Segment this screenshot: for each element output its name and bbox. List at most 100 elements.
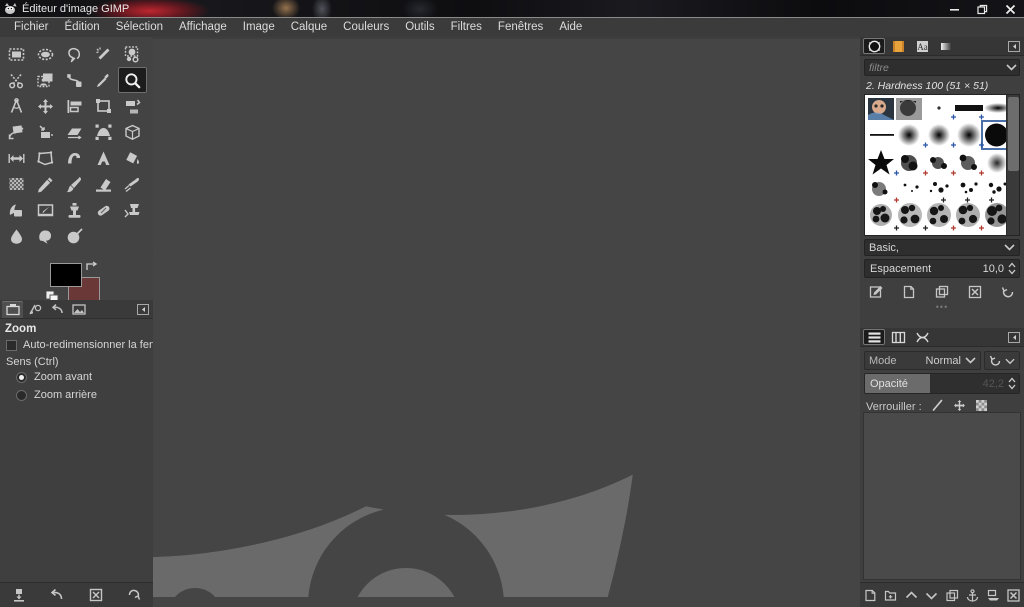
images-tab[interactable]	[68, 301, 89, 318]
zoom-tool[interactable]	[118, 67, 147, 93]
layer-opacity-slider[interactable]: Opacité 42,2	[864, 373, 1020, 394]
delete-brush-button[interactable]	[964, 283, 986, 302]
duplicate-brush-button[interactable]	[931, 283, 953, 302]
edit-brush-button[interactable]	[865, 283, 887, 302]
rotate-tool[interactable]	[118, 93, 147, 119]
brush-filter-box[interactable]	[864, 59, 1020, 76]
pencil-tool[interactable]	[31, 171, 60, 197]
crop-tool[interactable]	[89, 93, 118, 119]
image-canvas[interactable]	[153, 37, 860, 607]
scale-tool[interactable]	[2, 119, 31, 145]
refresh-brushes-button[interactable]	[997, 283, 1019, 302]
heal-tool[interactable]	[89, 197, 118, 223]
alignment-tool[interactable]	[60, 93, 89, 119]
brush-grid-wrapper[interactable]	[864, 94, 1020, 236]
shear-tool[interactable]	[31, 119, 60, 145]
layers-list[interactable]	[863, 412, 1021, 580]
flip-tool[interactable]	[2, 145, 31, 171]
unified-transform-tool[interactable]	[89, 119, 118, 145]
perspective-tool[interactable]	[60, 119, 89, 145]
warp-transform-tool[interactable]	[60, 145, 89, 171]
delete-tool-preset-button[interactable]	[85, 585, 107, 605]
chevron-down-icon[interactable]	[1004, 242, 1015, 254]
brush-grid-scrollbar[interactable]	[1006, 95, 1019, 235]
color-picker-tool[interactable]	[89, 67, 118, 93]
menu-aide[interactable]: Aide	[551, 18, 590, 37]
duplicate-layer-button[interactable]	[944, 585, 961, 605]
new-layer-button[interactable]	[862, 585, 879, 605]
cage-transform-tool[interactable]	[31, 145, 60, 171]
merge-down-button[interactable]	[985, 585, 1002, 605]
layer-mode-combo[interactable]: Mode Normal	[864, 351, 981, 370]
select-by-color-tool[interactable]	[118, 41, 147, 67]
anchor-layer-button[interactable]	[964, 585, 981, 605]
layers-tab[interactable]	[863, 329, 885, 345]
text-tool[interactable]	[89, 145, 118, 171]
fonts-tab[interactable]: Aa	[911, 38, 933, 54]
save-tool-preset-button[interactable]	[8, 585, 30, 605]
rect-select-tool[interactable]	[2, 41, 31, 67]
paths-tool[interactable]	[60, 67, 89, 93]
foreground-color-swatch[interactable]	[50, 263, 82, 287]
smudge-tool[interactable]	[31, 223, 60, 249]
brushes-menu-button[interactable]	[1007, 40, 1020, 52]
window-titlebar[interactable]: Éditeur d'image GIMP	[0, 0, 1024, 18]
zoom-in-radio-row[interactable]: Zoom avant	[0, 368, 153, 386]
chevron-down-icon[interactable]	[1006, 62, 1017, 74]
paintbrush-tool[interactable]	[60, 171, 89, 197]
brush-filter-input[interactable]	[869, 62, 1006, 74]
gradient-tool[interactable]	[2, 171, 31, 197]
close-button[interactable]	[996, 0, 1024, 18]
fuzzy-select-tool[interactable]	[89, 41, 118, 67]
brush-tag-combo[interactable]: Basic,	[864, 239, 1020, 256]
brush-spacing-row[interactable]: Espacement 10,0	[864, 259, 1020, 278]
tool-options-menu-button[interactable]	[136, 303, 149, 315]
device-status-tab[interactable]	[24, 301, 45, 318]
undo-history-tab[interactable]	[46, 301, 67, 318]
zoom-in-radio[interactable]	[16, 372, 27, 383]
spacing-stepper[interactable]	[1007, 261, 1017, 276]
blur-sharpen-tool[interactable]	[2, 223, 31, 249]
clone-tool[interactable]	[60, 197, 89, 223]
reset-tool-options-button[interactable]	[123, 585, 145, 605]
brush-grid[interactable]	[865, 95, 1006, 235]
menu-outils[interactable]: Outils	[397, 18, 442, 37]
foreground-select-tool[interactable]	[31, 67, 60, 93]
measure-tool[interactable]	[2, 93, 31, 119]
airbrush-tool[interactable]	[118, 171, 147, 197]
restore-tool-preset-button[interactable]	[46, 585, 68, 605]
dock-resize-grip[interactable]: •••	[860, 303, 1024, 310]
move-tool[interactable]	[31, 93, 60, 119]
zoom-out-radio[interactable]	[16, 390, 27, 401]
eraser-tool[interactable]	[89, 171, 118, 197]
menu-fichier[interactable]: Fichier	[6, 18, 57, 37]
swap-colors-icon[interactable]	[86, 261, 98, 272]
paths-tab[interactable]	[911, 329, 933, 345]
menu-fenetres[interactable]: Fenêtres	[490, 18, 551, 37]
minimize-button[interactable]	[940, 0, 968, 18]
raise-layer-button[interactable]	[903, 585, 920, 605]
ink-tool[interactable]	[2, 197, 31, 223]
dodge-burn-tool[interactable]	[60, 223, 89, 249]
bucket-fill-tool[interactable]	[118, 145, 147, 171]
layers-menu-button[interactable]	[1007, 331, 1020, 343]
3d-transform-tool[interactable]	[118, 119, 147, 145]
tool-options-tab[interactable]	[2, 301, 23, 318]
layer-blend-space-button[interactable]	[984, 351, 1020, 370]
chevron-down-icon[interactable]	[965, 355, 976, 367]
menu-image[interactable]: Image	[235, 18, 283, 37]
restore-button[interactable]	[968, 0, 996, 18]
menu-couleurs[interactable]: Couleurs	[335, 18, 397, 37]
gradients-tab[interactable]	[935, 38, 957, 54]
menu-affichage[interactable]: Affichage	[171, 18, 235, 37]
auto-resize-window-option[interactable]: Auto-redimensionner la fenêtre	[0, 337, 153, 353]
menu-filtres[interactable]: Filtres	[443, 18, 490, 37]
zoom-out-radio-row[interactable]: Zoom arrière	[0, 386, 153, 404]
perspective-clone-tool[interactable]	[118, 197, 147, 223]
menu-calque[interactable]: Calque	[283, 18, 335, 37]
channels-tab[interactable]	[887, 329, 909, 345]
new-brush-button[interactable]	[898, 283, 920, 302]
opacity-stepper[interactable]	[1007, 376, 1017, 391]
auto-resize-checkbox[interactable]	[6, 340, 17, 351]
delete-layer-button[interactable]	[1005, 585, 1022, 605]
